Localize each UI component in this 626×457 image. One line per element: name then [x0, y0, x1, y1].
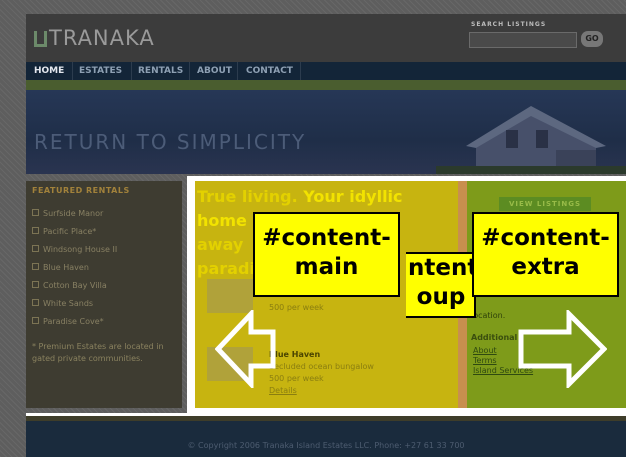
- footer-bar: © Copyright 2006 Tranaka Island Estates …: [26, 421, 626, 457]
- nav-estates[interactable]: ESTATES: [79, 66, 122, 76]
- bullet-icon: [32, 245, 39, 252]
- annotation-content-group: ntent- oup: [406, 252, 488, 318]
- nav-rentals[interactable]: RENTALS: [138, 66, 183, 76]
- main-nav: HOME ESTATES RENTALS ABOUT CONTACT: [26, 62, 626, 80]
- bullet-icon: [32, 317, 39, 324]
- property-desc: Secluded ocean bungalow: [269, 362, 374, 371]
- nav-divider: [131, 62, 132, 80]
- featured-rentals-sidebar: FEATURED RENTALS Surfside Manor Pacific …: [26, 181, 182, 408]
- sidebar-item[interactable]: Surfside Manor: [32, 209, 117, 227]
- header-accent-band: [26, 80, 626, 90]
- annotation-text: extra: [511, 254, 580, 280]
- content-group: True living. Your idyllic home away para…: [187, 176, 626, 413]
- nav-home[interactable]: HOME: [34, 66, 64, 76]
- sidebar-item[interactable]: Paradise Cove*: [32, 317, 117, 335]
- sidebar-item-label: White Sands: [43, 299, 94, 308]
- nav-divider: [189, 62, 190, 80]
- sidebar-item-label: Surfside Manor: [43, 209, 104, 218]
- site-logo[interactable]: TRANAKA: [34, 26, 155, 50]
- bullet-icon: [32, 299, 39, 306]
- sidebar-item-label: Windsong House II: [43, 245, 118, 254]
- sidebar-item-label: Paradise Cove*: [43, 317, 104, 326]
- nav-divider: [72, 62, 73, 80]
- nav-contact[interactable]: CONTACT: [246, 66, 293, 76]
- hero-banner: RETURN TO SIMPLICITY: [26, 90, 626, 174]
- annotation-content-extra: #content- extra: [472, 212, 619, 297]
- header-top: TRANAKA SEARCH LISTINGS GO: [26, 14, 626, 62]
- search-go-button[interactable]: GO: [581, 31, 603, 47]
- bullet-icon: [32, 209, 39, 216]
- property-price: 500 per week: [269, 374, 324, 383]
- annotation-text: main: [294, 254, 359, 280]
- heading-part: True living.: [197, 187, 298, 206]
- sidebar-item[interactable]: Pacific Place*: [32, 227, 117, 245]
- site-footer: © Copyright 2006 Tranaka Island Estates …: [26, 413, 626, 457]
- arrow-left-icon: [215, 310, 276, 388]
- bullet-icon: [32, 227, 39, 234]
- sidebar-item-label: Pacific Place*: [43, 227, 97, 236]
- sidebar-item[interactable]: Blue Haven: [32, 263, 117, 281]
- annotation-text: ntent-: [408, 255, 488, 281]
- arrow-right-icon: [518, 310, 607, 388]
- search-input[interactable]: [469, 32, 577, 48]
- annotation-text: #content-: [262, 225, 391, 251]
- extra-subheading: Additional: [471, 333, 518, 342]
- heading-part: paradi: [197, 259, 255, 278]
- annotation-text: #content-: [481, 225, 610, 251]
- nav-divider: [300, 62, 301, 80]
- search-label: SEARCH LISTINGS: [471, 21, 547, 28]
- sidebar-item-label: Blue Haven: [43, 263, 89, 272]
- property-thumbnail[interactable]: [207, 279, 253, 313]
- hero-tagline: RETURN TO SIMPLICITY: [34, 130, 307, 154]
- property-price: 500 per week: [269, 303, 324, 312]
- sidebar-item[interactable]: Windsong House II: [32, 245, 117, 263]
- sidebar-note: * Premium Estates are located in gated p…: [32, 342, 164, 363]
- heading-part: away: [197, 235, 244, 254]
- house-illustration-icon: [436, 106, 626, 174]
- sidebar-item[interactable]: Cotton Bay Villa: [32, 281, 117, 299]
- annotation-text: oup: [416, 284, 466, 310]
- site-header: TRANAKA SEARCH LISTINGS GO HOME ESTATES …: [26, 14, 626, 174]
- bullet-icon: [32, 281, 39, 288]
- extra-text: location.: [471, 311, 506, 320]
- nav-about[interactable]: ABOUT: [197, 66, 232, 76]
- nav-divider: [237, 62, 238, 80]
- copyright-text: © Copyright 2006 Tranaka Island Estates …: [187, 441, 465, 450]
- sidebar-item[interactable]: White Sands: [32, 299, 117, 317]
- bullet-icon: [32, 263, 39, 270]
- sidebar-list: Surfside Manor Pacific Place* Windsong H…: [32, 209, 117, 335]
- annotation-content-main: #content- main: [253, 212, 400, 297]
- sidebar-title: FEATURED RENTALS: [32, 186, 130, 195]
- logo-mark-icon: [34, 31, 47, 47]
- sidebar-item-label: Cotton Bay Villa: [43, 281, 107, 290]
- logo-text: TRANAKA: [49, 26, 155, 50]
- view-listings-button[interactable]: VIEW LISTINGS: [499, 197, 591, 211]
